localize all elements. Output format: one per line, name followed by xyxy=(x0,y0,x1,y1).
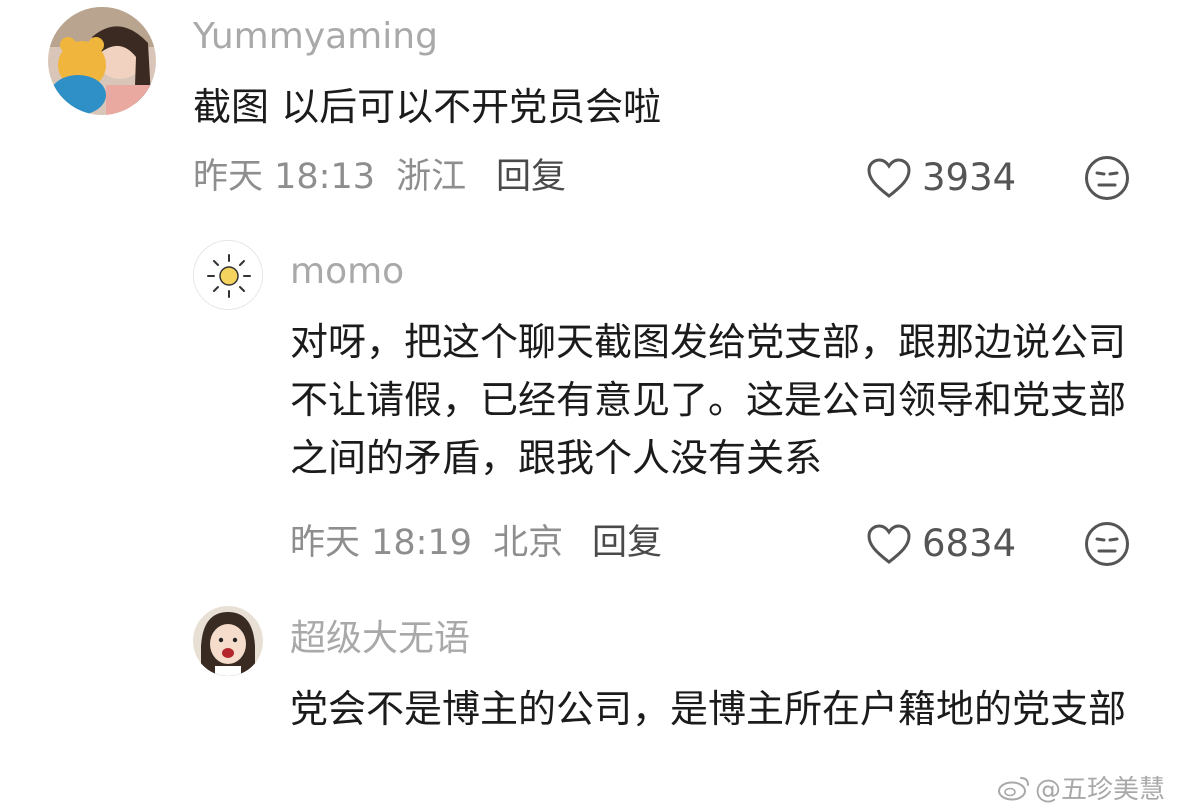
comment-username[interactable]: 超级大无语 xyxy=(290,617,470,661)
like-button[interactable]: 3934 xyxy=(866,156,1016,200)
heart-icon xyxy=(867,524,911,564)
comment-text: 对呀，把这个聊天截图发给党支部，跟那边说公司不让请假，已经有意见了。这是公司领导… xyxy=(290,320,1127,480)
avatar-yummyaming[interactable] xyxy=(48,7,156,115)
comment-text: 截图 以后可以不开党员会啦 xyxy=(193,85,662,129)
comment-timestamp: 昨天 18:19 xyxy=(290,523,472,563)
comment-location: 浙江 xyxy=(396,157,467,197)
comment-username[interactable]: Yummyaming xyxy=(193,15,438,59)
comment-location: 北京 xyxy=(493,523,564,563)
watermark: @五珍美慧 xyxy=(997,769,1165,806)
reply-button[interactable]: 回复 xyxy=(592,521,662,565)
comment-timestamp: 昨天 18:13 xyxy=(193,157,375,197)
avatar-momo[interactable] xyxy=(193,240,263,310)
comment-username[interactable]: momo xyxy=(290,250,404,294)
watermark-text: @五珍美慧 xyxy=(1034,775,1165,805)
dislike-face-icon[interactable] xyxy=(1084,155,1130,201)
reply-button[interactable]: 回复 xyxy=(496,155,566,199)
weibo-logo-icon xyxy=(997,776,1029,800)
like-count: 3934 xyxy=(922,156,1017,199)
like-count: 6834 xyxy=(922,522,1017,565)
heart-icon xyxy=(867,158,911,198)
comment-time: 昨天 18:13 浙江 xyxy=(193,155,466,199)
dislike-face-icon[interactable] xyxy=(1084,521,1130,567)
avatar-chaojidawuyu[interactable] xyxy=(193,606,263,676)
comment-time: 昨天 18:19 北京 xyxy=(290,521,563,565)
like-button[interactable]: 6834 xyxy=(866,522,1016,566)
comment-text: 党会不是博主的公司，是博主所在户籍地的党支部 xyxy=(290,687,1127,731)
